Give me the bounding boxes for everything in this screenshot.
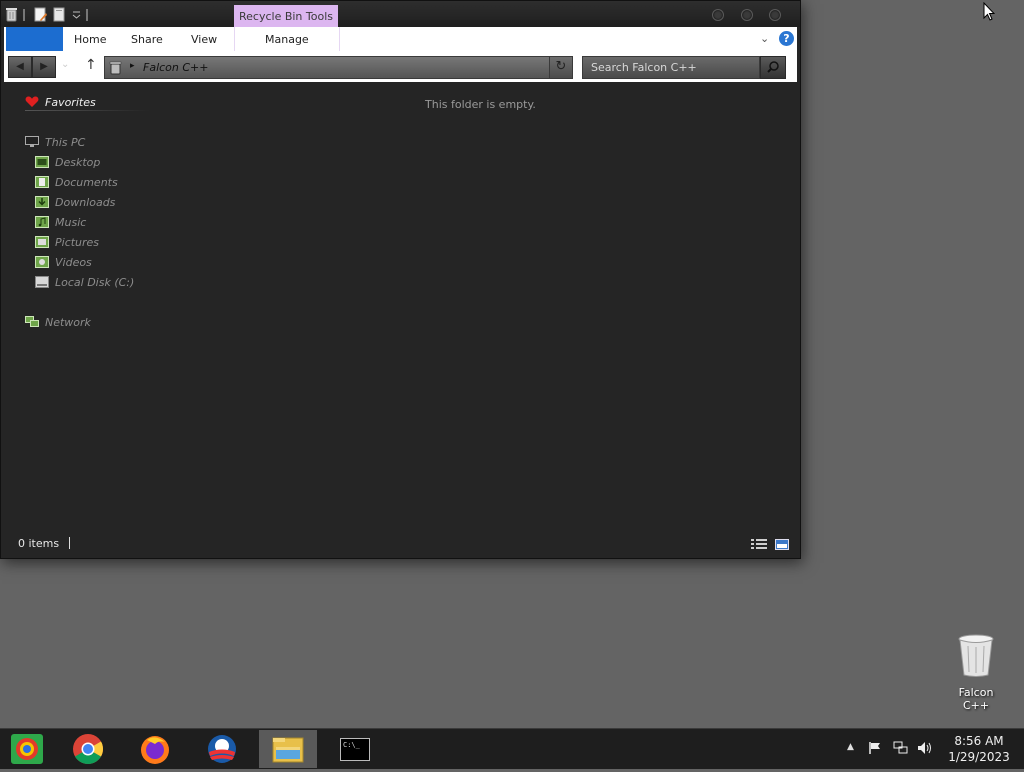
status-bar: 0 items xyxy=(1,529,800,558)
downloads-folder-icon xyxy=(35,196,49,208)
documents-folder-icon xyxy=(35,176,49,188)
music-folder-icon xyxy=(35,216,49,228)
help-button[interactable]: ? xyxy=(779,31,794,46)
firefox-icon xyxy=(141,736,169,764)
sidebar-item-desktop[interactable]: Desktop xyxy=(35,154,100,170)
taskbar-firefox-button[interactable] xyxy=(125,730,183,768)
network-label: Network xyxy=(45,315,91,329)
forward-button[interactable]: ▶ xyxy=(32,56,56,78)
favorites-label: Favorites xyxy=(45,95,96,109)
title-bar: Recycle Bin Tools xyxy=(1,1,800,51)
recycle-bin-icon[interactable] xyxy=(5,7,18,22)
search-button[interactable] xyxy=(760,56,786,79)
tab-home[interactable]: Home xyxy=(74,33,106,46)
details-view-icon[interactable] xyxy=(751,536,767,555)
downloads-label: Downloads xyxy=(55,195,116,209)
tab-view[interactable]: View xyxy=(191,33,217,46)
sidebar-item-network[interactable]: Network xyxy=(25,314,91,330)
search-icon xyxy=(767,61,779,73)
this-pc-label: This PC xyxy=(45,135,86,149)
recycle-bin-tools-label: Recycle Bin Tools xyxy=(238,10,333,23)
item-count: 0 items xyxy=(18,537,60,550)
sidebar-item-local-disk[interactable]: Local Disk (C:) xyxy=(35,274,134,290)
taskbar: C:\_ ▲ 8:56 AM 1/29/2023 xyxy=(0,728,1024,769)
tab-share[interactable]: Share xyxy=(131,33,163,46)
minimize-button[interactable] xyxy=(712,9,724,21)
recycle-bin-icon xyxy=(958,634,994,677)
sidebar-item-videos[interactable]: Videos xyxy=(35,254,92,270)
separator xyxy=(86,8,88,21)
search-input[interactable]: Search Falcon C++ xyxy=(582,56,760,79)
pictures-label: Pictures xyxy=(55,235,100,249)
refresh-button[interactable]: ↻ xyxy=(549,57,572,78)
heart-icon xyxy=(25,96,39,108)
address-bar[interactable]: ▸ Falcon C++ ↻ xyxy=(104,56,573,79)
taskbar-file-explorer-button[interactable] xyxy=(259,730,317,768)
breadcrumb-chevron-icon[interactable]: ▸ xyxy=(130,61,135,71)
properties-icon[interactable] xyxy=(34,7,47,22)
computer-icon xyxy=(25,136,39,148)
sidebar-item-downloads[interactable]: Downloads xyxy=(35,194,115,210)
volume-icon[interactable] xyxy=(917,741,933,758)
divider xyxy=(69,537,70,549)
videos-label: Videos xyxy=(55,255,92,269)
file-tab[interactable] xyxy=(6,27,63,51)
sidebar-item-this-pc[interactable]: This PC xyxy=(25,134,85,150)
network-icon xyxy=(25,316,39,328)
empty-folder-message: This folder is empty. xyxy=(425,98,536,111)
sidebar-item-documents[interactable]: Documents xyxy=(35,174,118,190)
local-disk-label: Local Disk (C:) xyxy=(55,275,135,289)
action-center-flag-icon[interactable] xyxy=(868,741,882,758)
file-explorer-icon xyxy=(272,737,304,763)
back-button[interactable]: ◀ xyxy=(8,56,32,78)
recent-locations-chevron-icon[interactable]: ⌄ xyxy=(61,59,69,70)
address-text[interactable]: Falcon C++ xyxy=(143,61,208,74)
desktop-folder-icon xyxy=(35,156,49,168)
navigation-bar: ◀ ▶ ⌄ ↑ ▸ Falcon C++ ↻ Search Falcon C++ xyxy=(4,51,797,82)
large-icons-view-icon[interactable] xyxy=(775,536,789,555)
taskbar-falcon-cpp-button[interactable] xyxy=(0,730,58,768)
desktop-label: Desktop xyxy=(55,155,101,169)
recycle-bin-label: Falcon C++ xyxy=(958,686,994,712)
search-placeholder: Search Falcon C++ xyxy=(591,61,697,74)
sidebar-item-pictures[interactable]: Pictures xyxy=(35,234,99,250)
content-area: Favorites This PC Desktop Documents Down… xyxy=(1,83,800,529)
pictures-folder-icon xyxy=(35,236,49,248)
customize-toolbar-chevron-icon[interactable] xyxy=(72,7,81,22)
new-folder-icon[interactable] xyxy=(53,7,66,22)
taskbar-cmd-button[interactable]: C:\_ xyxy=(326,730,384,768)
clock-date: 1/29/2023 xyxy=(948,750,1010,764)
ribbon-tab-bar: Home Share View Manage ⌄ ? xyxy=(4,27,797,51)
sidebar-item-favorites[interactable]: Favorites xyxy=(25,94,96,110)
cmd-icon: C:\_ xyxy=(340,738,370,761)
tab-manage-container[interactable]: Manage xyxy=(234,27,340,51)
explorer-window: Recycle Bin Tools Home Share View Manage… xyxy=(0,0,801,559)
separator xyxy=(23,8,25,21)
documents-label: Documents xyxy=(55,175,118,189)
maximize-button[interactable] xyxy=(741,9,753,21)
up-arrow-icon[interactable]: ↑ xyxy=(85,57,97,73)
close-button[interactable] xyxy=(769,9,781,21)
recycle-bin-small-icon xyxy=(109,60,122,79)
taskbar-chrome-button[interactable] xyxy=(58,730,116,768)
music-label: Music xyxy=(55,215,87,229)
expand-ribbon-chevron-icon[interactable]: ⌄ xyxy=(760,32,769,45)
show-hidden-icons-chevron-icon[interactable]: ▲ xyxy=(847,742,854,752)
system-clock[interactable]: 8:56 AM 1/29/2023 xyxy=(940,733,1018,765)
chrome-icon xyxy=(73,734,104,765)
divider xyxy=(25,110,149,111)
network-tray-icon[interactable] xyxy=(893,741,909,758)
videos-folder-icon xyxy=(35,256,49,268)
taskbar-obama-logo-button[interactable] xyxy=(192,730,250,768)
quick-access-toolbar xyxy=(5,6,93,23)
desktop-recycle-bin[interactable]: Falcon C++ xyxy=(944,632,1008,712)
obama-logo-icon xyxy=(208,735,236,763)
clock-time: 8:56 AM xyxy=(954,734,1004,748)
tab-manage[interactable]: Manage xyxy=(265,33,309,46)
sidebar-item-music[interactable]: Music xyxy=(35,214,86,230)
cmd-prompt-text: C:\_ xyxy=(343,741,360,749)
mouse-cursor-icon xyxy=(983,1,996,25)
local-disk-icon xyxy=(35,276,49,288)
falcon-cpp-icon xyxy=(11,734,43,764)
